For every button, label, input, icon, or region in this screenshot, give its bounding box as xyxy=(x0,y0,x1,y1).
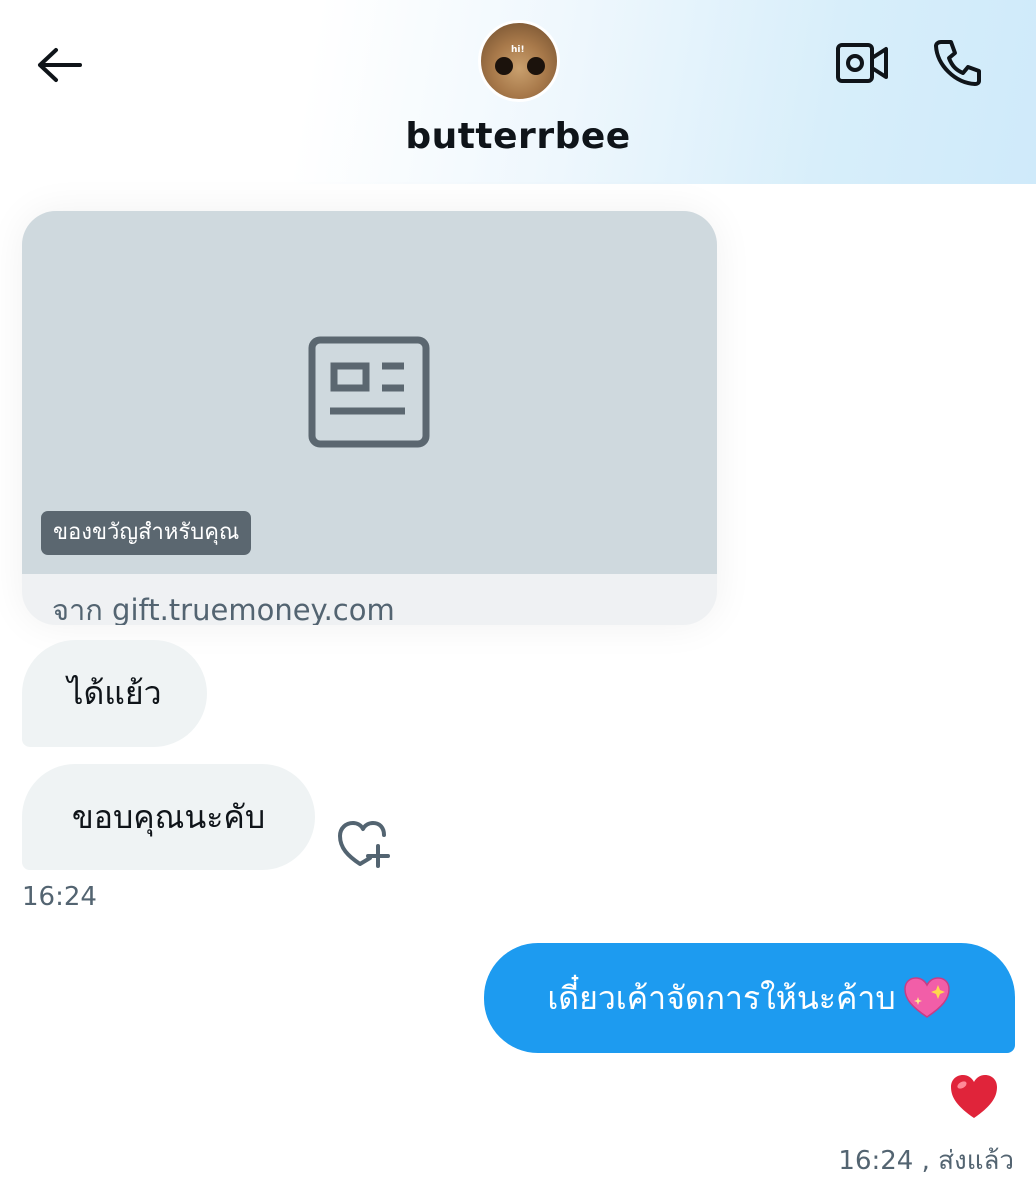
message-text: เดี๋ยวเค้าจัดการให้นะค้าบ xyxy=(547,978,896,1017)
avatar-text: hi! xyxy=(511,45,525,55)
avatar-eye-left xyxy=(495,57,513,75)
avatar[interactable]: hi! xyxy=(478,20,560,102)
message-timestamp: 16:24 xyxy=(22,882,97,912)
link-card[interactable]: ของขวัญสำหรับคุณ จาก gift.truemoney.com xyxy=(22,211,717,625)
incoming-message[interactable]: ขอบคุณนะคับ xyxy=(22,764,315,870)
incoming-message[interactable]: ได้แย้ว xyxy=(22,640,207,747)
article-placeholder-icon xyxy=(308,336,430,448)
video-call-button[interactable] xyxy=(834,38,890,88)
avatar-eye-right xyxy=(527,57,545,75)
sparkling-heart-icon xyxy=(903,977,950,1018)
voice-call-button[interactable] xyxy=(930,34,986,90)
heart-plus-icon xyxy=(338,821,390,868)
add-reaction-button[interactable] xyxy=(334,814,394,870)
message-text: ขอบคุณนะคับ xyxy=(71,797,266,836)
arrow-left-icon xyxy=(38,48,82,82)
video-camera-icon xyxy=(836,43,888,83)
card-source: จาก gift.truemoney.com xyxy=(52,593,395,625)
card-badge: ของขวัญสำหรับคุณ xyxy=(41,511,252,555)
outgoing-message[interactable]: เดี๋ยวเค้าจัดการให้นะค้าบ xyxy=(484,943,1015,1053)
reaction-heart[interactable] xyxy=(948,1072,1000,1122)
message-text: ได้แย้ว xyxy=(67,674,162,712)
page-title[interactable]: butterrbee xyxy=(0,116,1036,157)
phone-icon xyxy=(934,40,981,86)
card-media: ของขวัญสำหรับคุณ xyxy=(22,211,717,574)
red-heart-icon xyxy=(951,1075,997,1118)
delivery-status: 16:24 , ส่งแล้ว xyxy=(838,1146,1014,1176)
back-button[interactable] xyxy=(30,36,88,94)
conversation-header: hi! butterrbee xyxy=(0,0,1036,184)
